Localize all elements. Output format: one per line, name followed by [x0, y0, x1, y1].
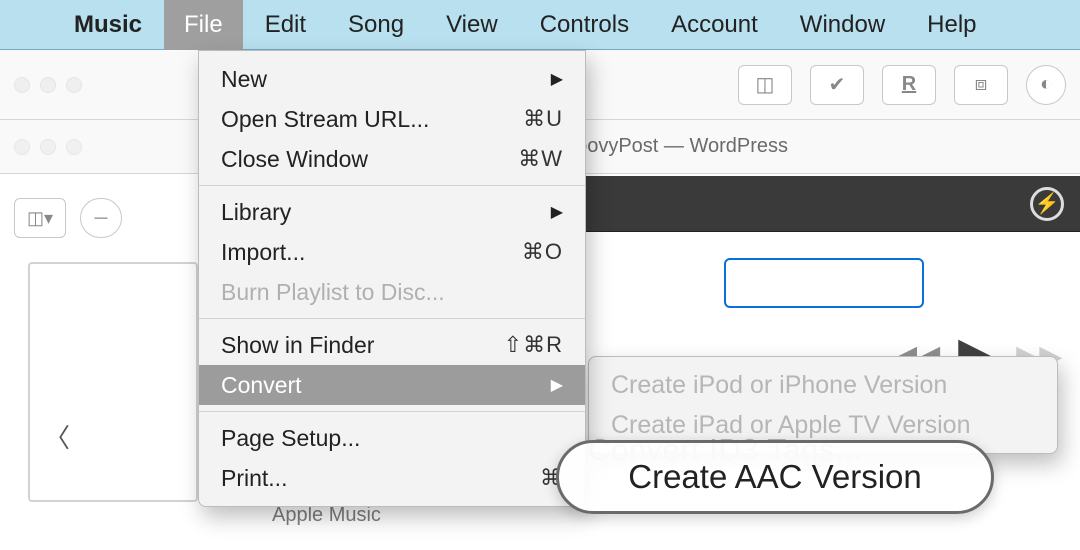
- lightning-icon[interactable]: ⚡: [1030, 187, 1064, 221]
- file-menu-show-in-finder[interactable]: Show in Finder ⇧⌘R: [199, 325, 585, 365]
- download-box-icon[interactable]: ⧈: [954, 65, 1008, 105]
- create-aac-callout[interactable]: Create AAC Version: [556, 440, 994, 514]
- submenu-arrow-icon: ▶: [551, 69, 563, 89]
- file-menu-print-label: Print...: [221, 465, 287, 492]
- menubar-item-window[interactable]: Window: [780, 0, 905, 50]
- tab-traffic: [14, 139, 82, 155]
- sidebar-panel: [28, 262, 198, 502]
- file-menu-import[interactable]: Import... ⌘O: [199, 232, 585, 272]
- menubar-item-file[interactable]: File: [164, 0, 243, 50]
- check-icon[interactable]: ✔: [810, 65, 864, 105]
- traffic-close-icon[interactable]: [14, 77, 30, 93]
- sidebar-controls: ◫▾ －: [14, 198, 122, 238]
- shortcut-label: ⌘U: [523, 106, 563, 132]
- file-menu-open-stream[interactable]: Open Stream URL... ⌘U: [199, 99, 585, 139]
- file-menu-burn: Burn Playlist to Disc...: [199, 272, 585, 312]
- menubar-item-controls[interactable]: Controls: [520, 0, 649, 50]
- menubar-item-view[interactable]: View: [426, 0, 518, 50]
- traffic-zoom-icon[interactable]: [66, 77, 82, 93]
- shortcut-label: ⌘O: [522, 239, 563, 265]
- r-icon[interactable]: R: [882, 65, 936, 105]
- menubar-item-song[interactable]: Song: [328, 0, 424, 50]
- submenu-arrow-icon: ▶: [551, 202, 563, 222]
- menubar-item-edit[interactable]: Edit: [245, 0, 326, 50]
- file-menu-import-label: Import...: [221, 239, 305, 266]
- sidebar-toggle-icon[interactable]: ◫: [738, 65, 792, 105]
- convert-ipod: Create iPod or iPhone Version: [589, 365, 1057, 405]
- file-menu-print[interactable]: Print... ⌘: [199, 458, 585, 498]
- file-menu: New ▶ Open Stream URL... ⌘U Close Window…: [198, 50, 586, 507]
- globe-icon[interactable]: ◐: [1026, 65, 1066, 105]
- file-menu-open-stream-label: Open Stream URL...: [221, 106, 429, 133]
- file-menu-new[interactable]: New ▶: [199, 59, 585, 99]
- submenu-arrow-icon: ▶: [551, 375, 563, 395]
- file-menu-convert[interactable]: Convert ▶: [199, 365, 585, 405]
- traffic-min-icon[interactable]: [40, 77, 56, 93]
- file-menu-page-setup[interactable]: Page Setup...: [199, 418, 585, 458]
- placeholder-dot-icon: [66, 139, 82, 155]
- file-menu-close-window-label: Close Window: [221, 146, 368, 173]
- shortcut-label: ⌘W: [518, 146, 563, 172]
- zoom-out-button[interactable]: －: [80, 198, 122, 238]
- window-controls: [14, 77, 82, 93]
- create-aac-label: Create AAC Version: [628, 458, 922, 496]
- file-menu-new-label: New: [221, 66, 267, 93]
- menu-separator: [199, 318, 585, 319]
- file-menu-show-finder-label: Show in Finder: [221, 332, 374, 359]
- placeholder-dot-icon: [40, 139, 56, 155]
- view-mode-selector[interactable]: ◫▾: [14, 198, 66, 238]
- file-menu-convert-label: Convert: [221, 372, 302, 399]
- file-menu-page-setup-label: Page Setup...: [221, 425, 360, 452]
- file-menu-library-label: Library: [221, 199, 291, 226]
- placeholder-dot-icon: [14, 139, 30, 155]
- sidebar-apple-music-label[interactable]: Apple Music: [272, 504, 381, 527]
- add-media-button[interactable]: [724, 258, 924, 308]
- menubar-item-account[interactable]: Account: [651, 0, 778, 50]
- file-menu-close-window[interactable]: Close Window ⌘W: [199, 139, 585, 179]
- menubar: Music File Edit Song View Controls Accou…: [0, 0, 1080, 50]
- menubar-app-name[interactable]: Music: [54, 0, 162, 50]
- menubar-item-help[interactable]: Help: [907, 0, 996, 50]
- back-button[interactable]: 〈: [44, 418, 70, 455]
- file-menu-burn-label: Burn Playlist to Disc...: [221, 279, 445, 306]
- file-menu-library[interactable]: Library ▶: [199, 192, 585, 232]
- shortcut-label: ⇧⌘R: [504, 332, 563, 358]
- menu-separator: [199, 185, 585, 186]
- menu-separator: [199, 411, 585, 412]
